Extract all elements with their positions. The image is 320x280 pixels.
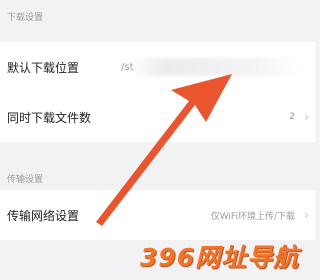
watermark: 396网址导航	[140, 243, 300, 272]
